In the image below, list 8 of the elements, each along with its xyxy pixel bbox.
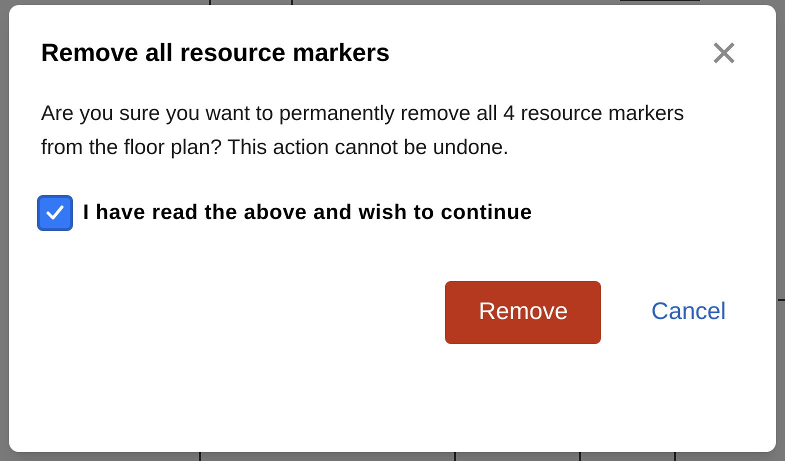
checkbox-label: I have read the above and wish to continue bbox=[83, 200, 532, 226]
checkbox[interactable] bbox=[37, 194, 73, 230]
remove-button[interactable]: Remove bbox=[445, 280, 602, 344]
dialog-title: Remove all resource markers bbox=[41, 38, 390, 69]
close-button[interactable]: ✕ bbox=[709, 36, 739, 72]
checkmark-icon bbox=[46, 204, 64, 220]
dialog-message: Are you sure you want to permanently remove all 4 resource markers from the floor plan? This action cannot be undone. bbox=[41, 100, 686, 160]
cancel-link[interactable]: Cancel bbox=[651, 294, 726, 330]
